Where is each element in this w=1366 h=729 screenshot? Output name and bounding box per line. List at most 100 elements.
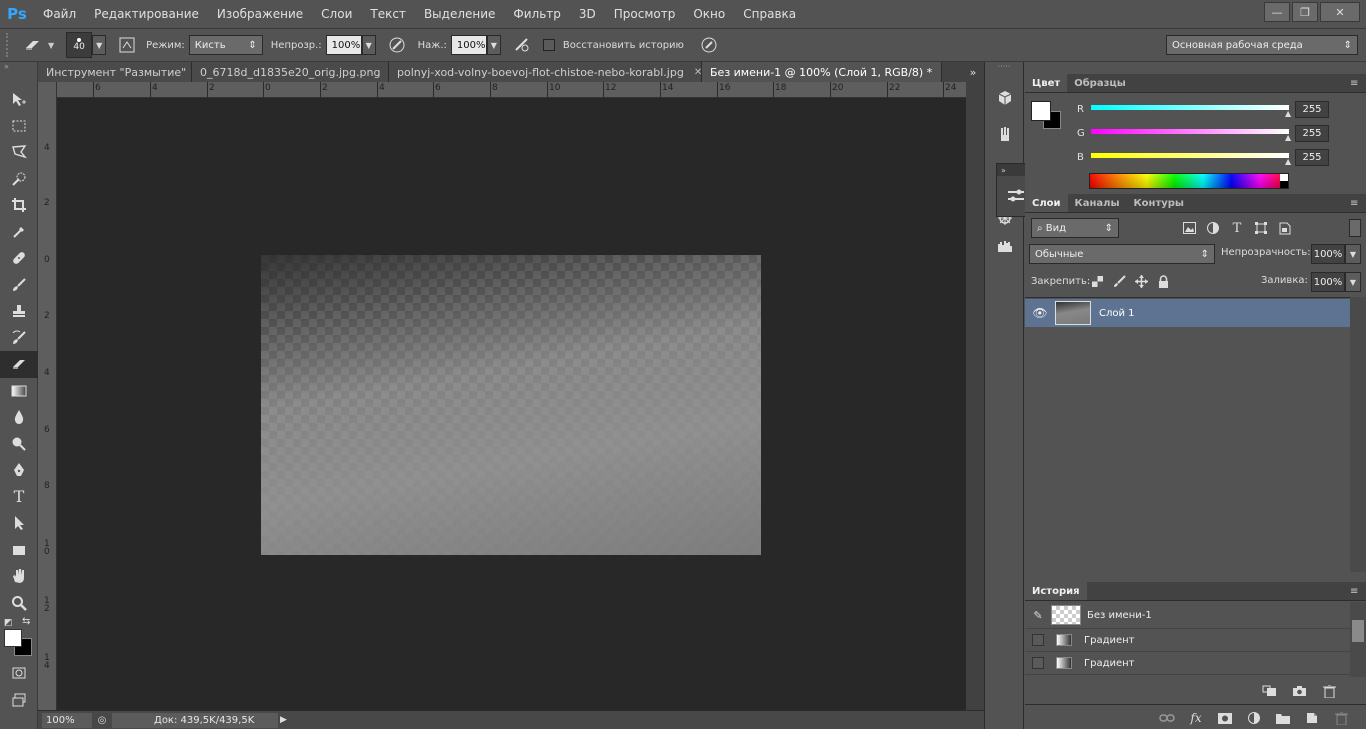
green-value-input[interactable]: 255 — [1295, 124, 1329, 142]
layer-opacity-dropdown[interactable]: ▼ — [1345, 244, 1361, 264]
new-document-from-state-icon[interactable] — [1261, 684, 1277, 698]
menu-window[interactable]: Окно — [684, 0, 734, 28]
menu-filter[interactable]: Фильтр — [504, 0, 569, 28]
lock-pixels-icon[interactable] — [1113, 275, 1126, 288]
brush-size-picker[interactable]: 40 — [66, 32, 93, 58]
tab-layers[interactable]: Слои — [1025, 194, 1068, 212]
panel-menu-icon[interactable]: ≡ — [1350, 198, 1366, 209]
lasso-tool-icon[interactable] — [0, 139, 38, 166]
fill-input[interactable]: 100% — [1311, 272, 1345, 292]
quick-mask-icon[interactable] — [0, 660, 38, 687]
status-info-icon[interactable]: ◎ — [92, 715, 112, 726]
close-tab-icon[interactable]: ✕ — [694, 67, 701, 78]
restore-button[interactable]: ❐ — [1292, 2, 1318, 22]
options-grip[interactable] — [6, 33, 12, 57]
eraser-tool-icon[interactable] — [0, 351, 38, 378]
lock-position-icon[interactable] — [1135, 275, 1148, 288]
delete-layer-icon[interactable] — [1333, 711, 1349, 725]
gradient-tool-icon[interactable] — [0, 378, 38, 405]
layers-scrollbar[interactable] — [1350, 297, 1366, 572]
histogram-panel-icon[interactable] — [985, 232, 1025, 260]
new-layer-icon[interactable] — [1304, 711, 1320, 725]
history-scroll-thumb[interactable] — [1352, 620, 1364, 642]
path-selection-tool-icon[interactable] — [0, 510, 38, 537]
new-group-icon[interactable] — [1275, 711, 1291, 725]
tab-channels[interactable]: Каналы — [1068, 194, 1127, 212]
rectangle-tool-icon[interactable] — [0, 537, 38, 564]
brush-tool-icon[interactable] — [0, 272, 38, 299]
pressure-opacity-icon[interactable] — [386, 34, 408, 56]
history-brush-source-icon[interactable]: ✎ — [1025, 609, 1051, 622]
red-slider[interactable] — [1091, 105, 1289, 110]
quick-selection-tool-icon[interactable] — [0, 166, 38, 193]
preset-dropdown-icon[interactable]: ▼ — [48, 41, 54, 50]
fill-dropdown[interactable]: ▼ — [1345, 272, 1361, 292]
tab-ships-jpg[interactable]: polnyj-xod-volny-boevoj-flot-chistoe-neb… — [389, 62, 702, 82]
screen-mode-icon[interactable] — [0, 687, 38, 714]
tab-history[interactable]: История — [1025, 582, 1087, 600]
green-slider[interactable] — [1091, 129, 1289, 134]
slider-thumb-icon[interactable]: ▲ — [1285, 133, 1291, 142]
pressure-size-icon[interactable] — [698, 34, 720, 56]
close-window-button[interactable]: ✕ — [1320, 2, 1360, 22]
type-tool-icon[interactable]: T — [0, 484, 38, 511]
tab-untitled-1[interactable]: Без имени-1 @ 100% (Слой 1, RGB/8) *✕ — [702, 62, 942, 82]
slider-thumb-icon[interactable]: ▲ — [1285, 109, 1291, 118]
dock-grip-icon[interactable]: ····· — [985, 62, 1023, 74]
tabs-overflow-icon[interactable]: » — [962, 62, 984, 82]
lock-transparent-icon[interactable] — [1091, 275, 1104, 288]
adjustment-layer-icon[interactable] — [1246, 711, 1262, 725]
filter-shape-icon[interactable] — [1253, 220, 1269, 236]
link-layers-icon[interactable] — [1159, 711, 1175, 725]
panel-menu-icon[interactable]: ≡ — [1350, 586, 1366, 597]
tab-paths[interactable]: Контуры — [1127, 194, 1191, 212]
tab-orig-png[interactable]: 0_6718d_d1835e20_orig.jpg.png✕ — [192, 62, 389, 82]
foreground-color-chip[interactable] — [1031, 101, 1051, 121]
healing-brush-tool-icon[interactable] — [0, 245, 38, 272]
airbrush-icon[interactable] — [511, 34, 533, 56]
menu-type[interactable]: Текст — [361, 0, 415, 28]
add-mask-icon[interactable] — [1217, 711, 1233, 725]
flow-dropdown[interactable]: ▼ — [486, 35, 501, 55]
opacity-input[interactable]: 100% — [325, 35, 362, 55]
flow-input[interactable]: 100% — [450, 35, 487, 55]
history-source-checkbox[interactable] — [1032, 657, 1044, 669]
menu-file[interactable]: Файл — [34, 0, 85, 28]
color-spectrum-ramp[interactable] — [1089, 173, 1289, 189]
dodge-tool-icon[interactable] — [0, 431, 38, 458]
minimize-button[interactable]: — — [1264, 2, 1290, 22]
lock-all-icon[interactable] — [1157, 275, 1170, 288]
visibility-eye-icon[interactable]: 👁 — [1025, 306, 1055, 320]
toolbar-collapse-icon[interactable]: » — [0, 62, 37, 72]
menu-view[interactable]: Просмотр — [605, 0, 685, 28]
tab-blur-tool[interactable]: Инструмент "Размытие"✕ — [38, 62, 192, 82]
marquee-tool-icon[interactable] — [0, 113, 38, 140]
history-step-row[interactable]: Градиент — [1025, 629, 1350, 652]
mode-select[interactable]: Кисть ⇕ — [188, 35, 263, 55]
blur-tool-icon[interactable] — [0, 404, 38, 431]
filter-type-icon[interactable]: T — [1229, 220, 1245, 236]
layer-filter-select[interactable]: ⌕ Вид ⇕ — [1031, 218, 1119, 238]
history-step-row[interactable]: Градиент — [1025, 652, 1350, 675]
filter-adjustment-icon[interactable] — [1205, 220, 1221, 236]
move-tool-icon[interactable] — [0, 86, 38, 113]
menu-edit[interactable]: Редактирование — [85, 0, 208, 28]
layer-style-icon[interactable]: fx — [1188, 711, 1204, 725]
blue-value-input[interactable]: 255 — [1295, 148, 1329, 166]
tab-color[interactable]: Цвет — [1025, 74, 1068, 92]
tool-presets-icon[interactable] — [985, 120, 1025, 148]
clone-stamp-tool-icon[interactable] — [0, 298, 38, 325]
document-canvas[interactable] — [261, 255, 761, 555]
workspace-vertical-scrollbar[interactable] — [966, 82, 984, 710]
hand-tool-icon[interactable] — [0, 563, 38, 590]
brush-panel-toggle-icon[interactable] — [116, 34, 138, 56]
panel-menu-icon[interactable]: ≡ — [1350, 78, 1366, 89]
zoom-level-field[interactable]: 100% — [42, 712, 92, 728]
blend-mode-select[interactable]: Обычные ⇕ — [1029, 244, 1215, 264]
zoom-tool-icon[interactable] — [0, 590, 38, 617]
swap-colors-icon[interactable]: ⇆ — [22, 616, 30, 627]
filter-toggle-switch[interactable] — [1349, 219, 1361, 237]
eyedropper-tool-icon[interactable] — [0, 219, 38, 246]
history-scrollbar[interactable] — [1350, 602, 1366, 677]
restore-history-checkbox[interactable] — [542, 39, 555, 51]
